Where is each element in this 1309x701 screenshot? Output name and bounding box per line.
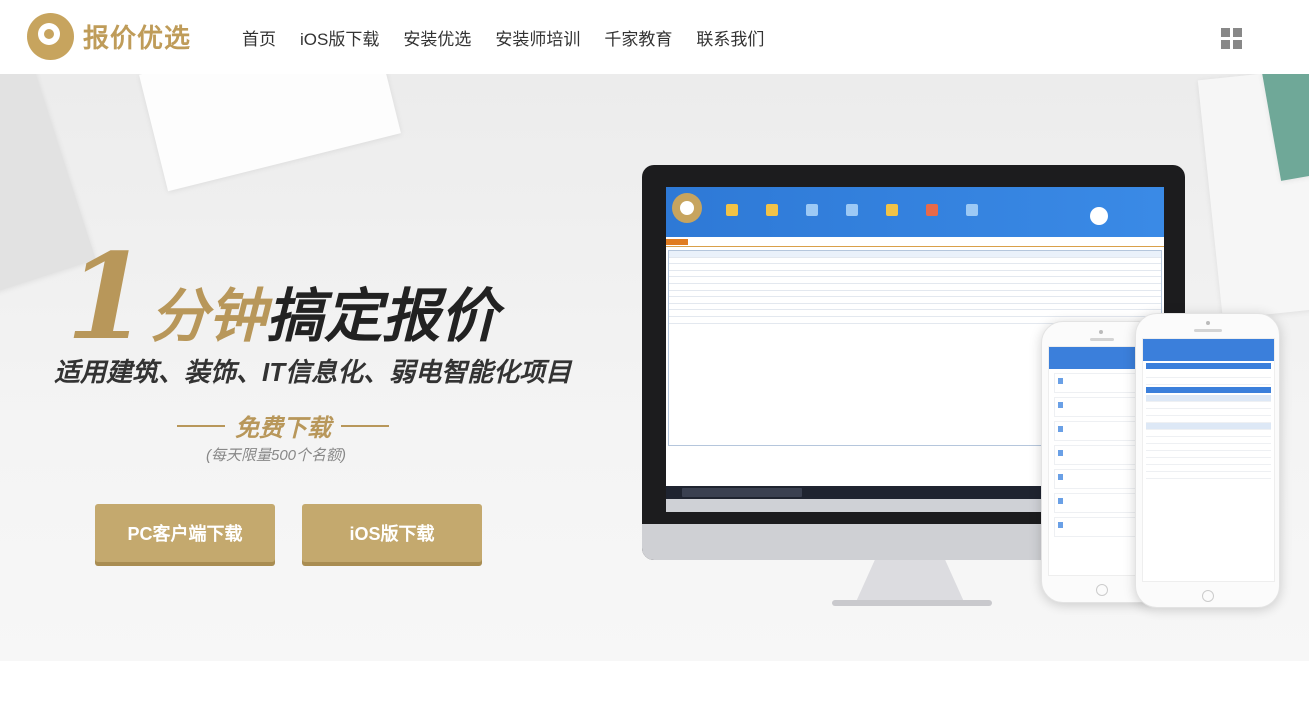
- table-row: [1146, 402, 1271, 409]
- taskbar-search: [682, 488, 802, 497]
- app-toolbar: [666, 187, 1164, 237]
- app-tool-icons: [718, 204, 998, 218]
- nav-item-install[interactable]: 安装优选: [403, 25, 471, 50]
- phone-home-button: [1096, 584, 1108, 596]
- table-row: [1146, 378, 1271, 385]
- phone-app-header: [1143, 339, 1274, 361]
- headline-gold: 分钟: [150, 284, 267, 349]
- logo-text: 报价优选: [83, 22, 192, 53]
- phone-screen: [1142, 338, 1275, 582]
- hero-subline: 适用建筑、装饰、IT信息化、弱电智能化项目: [54, 357, 572, 387]
- nav-item-education[interactable]: 千家教育: [604, 25, 672, 50]
- table-row: [1146, 395, 1271, 402]
- table-row: [1146, 451, 1271, 458]
- divider-line: [341, 424, 389, 427]
- phone-speaker: [1194, 329, 1222, 332]
- site-logo[interactable]: 报价优选: [27, 12, 191, 60]
- table-row: [1146, 371, 1271, 378]
- table-row: [1146, 465, 1271, 472]
- ios-download-button[interactable]: iOS版下载: [302, 504, 482, 562]
- table-row: [1146, 423, 1271, 430]
- phone-camera: [1099, 330, 1103, 334]
- app-logo-icon: [672, 193, 702, 223]
- table-row: [1146, 416, 1271, 423]
- page-bottom: [0, 661, 1309, 701]
- nav-item-ios-download[interactable]: iOS版下载: [300, 25, 379, 50]
- app-tabs: [666, 237, 1164, 247]
- table-header-bar: [1146, 363, 1271, 369]
- logo-icon: [27, 12, 74, 60]
- free-download-text: 免费下载: [235, 415, 331, 442]
- main-nav: 首页 iOS版下载 安装优选 安装师培训 千家教育 联系我们: [230, 0, 776, 74]
- phone-home-button: [1202, 590, 1214, 602]
- nav-item-training[interactable]: 安装师培训: [495, 25, 580, 50]
- phone-camera: [1206, 321, 1210, 325]
- app-user-avatar-icon: [1090, 207, 1108, 225]
- hero-headline: 1 分钟 搞定报价: [66, 227, 499, 366]
- decor-paper: [139, 74, 401, 192]
- monitor-stand-base: [832, 600, 992, 606]
- table-row: [1146, 437, 1271, 444]
- nav-item-contact[interactable]: 联系我们: [696, 25, 764, 50]
- phone-illustration-right: [1135, 313, 1280, 608]
- limit-note: (每天限量500个名额): [206, 447, 347, 464]
- headline-dark: 搞定报价: [266, 284, 499, 349]
- table-row: [1146, 458, 1271, 465]
- nav-item-home[interactable]: 首页: [242, 25, 276, 50]
- top-header: 报价优选 首页 iOS版下载 安装优选 安装师培训 千家教育 联系我们: [0, 0, 1309, 74]
- table-row: [1146, 444, 1271, 451]
- headline-number: 1: [66, 227, 149, 366]
- table-row: [1146, 472, 1271, 479]
- grid-icon[interactable]: [1221, 28, 1242, 49]
- phone-speaker: [1090, 338, 1114, 341]
- table-row: [1146, 430, 1271, 437]
- pc-download-button[interactable]: PC客户端下载: [95, 504, 275, 562]
- table-row: [1146, 409, 1271, 416]
- divider-line: [177, 424, 225, 427]
- table-header-bar: [1146, 387, 1271, 393]
- free-download-label: 免费下载: [177, 408, 389, 443]
